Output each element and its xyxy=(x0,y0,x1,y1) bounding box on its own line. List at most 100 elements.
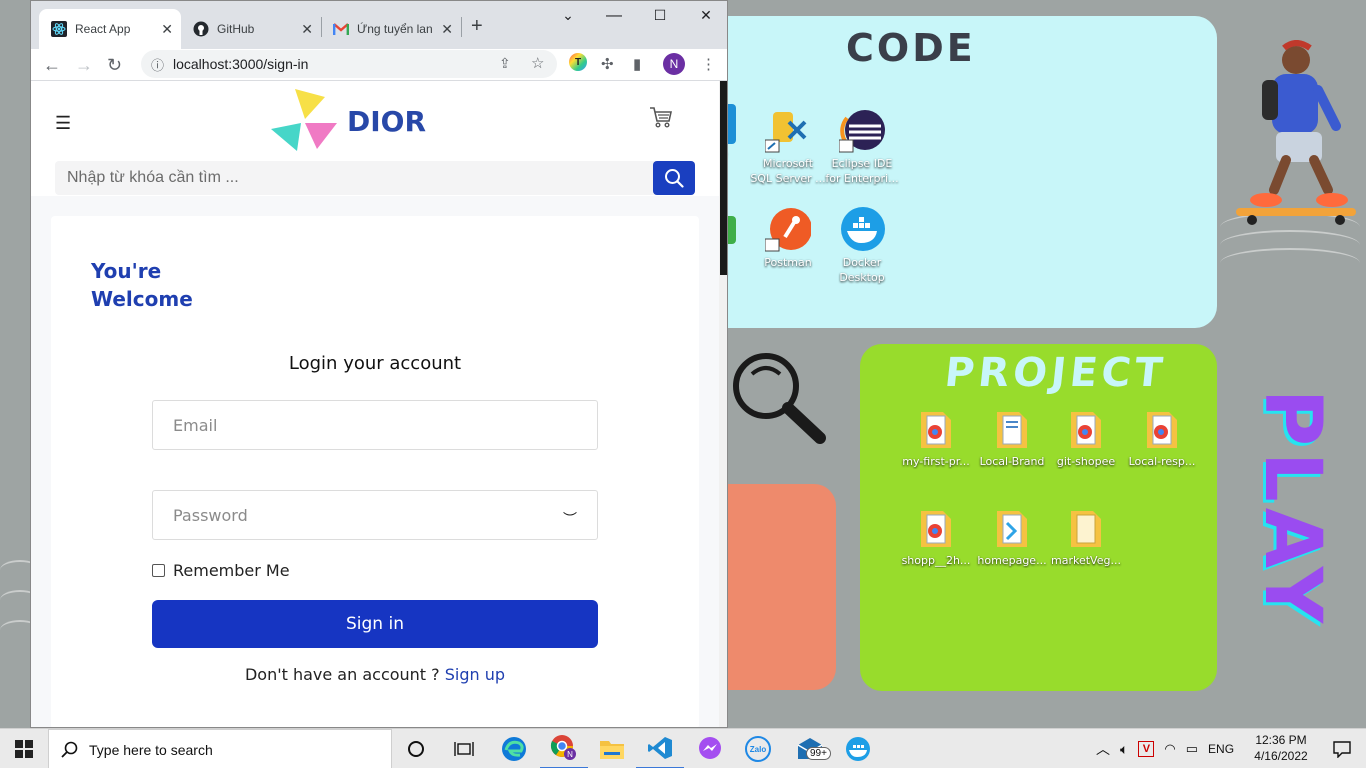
docker-app[interactable] xyxy=(834,729,882,768)
desktop-folder-icon[interactable]: git-shopee xyxy=(1048,406,1124,469)
hamburger-menu-icon[interactable]: ☰ xyxy=(55,113,71,134)
sign-up-link[interactable]: Sign up xyxy=(445,665,505,684)
volume-icon[interactable]: 🔈︎ xyxy=(1120,741,1128,758)
zalo-app[interactable]: Zalo xyxy=(734,729,782,768)
welcome-heading: You're Welcome xyxy=(91,259,193,311)
search-button[interactable] xyxy=(653,161,695,195)
search-icon xyxy=(61,741,78,758)
close-window-button[interactable]: ✕ xyxy=(691,7,721,27)
scrollbar-thumb[interactable] xyxy=(720,81,727,275)
cart-icon[interactable] xyxy=(649,105,673,129)
desktop-icon-sql-server[interactable]: Microsoft SQL Server ... xyxy=(750,108,826,186)
search-icon xyxy=(665,169,684,188)
zalo-icon: Zalo xyxy=(745,736,771,762)
clock[interactable]: 12:36 PM 4/16/2022 xyxy=(1244,732,1318,764)
mail-app[interactable]: 99+ xyxy=(786,729,834,768)
battery-icon[interactable]: ▭ xyxy=(1186,741,1198,757)
vscode-icon xyxy=(648,737,672,759)
notification-icon xyxy=(1333,741,1351,758)
tab-title: Ứng tuyển lan xyxy=(357,22,433,36)
close-tab-icon[interactable]: ✕ xyxy=(441,21,453,38)
desktop-folder-icon[interactable]: marketVeg... xyxy=(1048,505,1124,568)
svg-text:N: N xyxy=(567,750,573,759)
desktop-folder-icon[interactable]: Local-resp... xyxy=(1124,406,1200,469)
start-button[interactable] xyxy=(0,729,48,768)
messenger-app[interactable] xyxy=(686,729,734,768)
play-word: PLAY xyxy=(1247,388,1338,630)
taskbar-search-box[interactable]: Type here to search xyxy=(48,729,392,768)
signup-prompt: Don't have an account ? Sign up xyxy=(244,665,506,684)
desktop-folder-icon[interactable]: homepage... xyxy=(974,505,1050,568)
kebab-menu-icon[interactable]: ⋮ xyxy=(701,55,716,73)
tab-react-app[interactable]: React App ✕ xyxy=(39,9,181,49)
wifi-icon[interactable]: ◠ xyxy=(1164,741,1175,757)
close-tab-icon[interactable]: ✕ xyxy=(301,21,313,38)
taskbar: Type here to search N Zalo 99+ ︿ 🔈︎ V ◠ … xyxy=(0,728,1366,768)
desktop-folder-icon[interactable]: my-first-pr... xyxy=(898,406,974,469)
back-arrow-icon[interactable]: ← xyxy=(43,55,61,76)
task-view-icon xyxy=(454,742,474,756)
desktop-icon-docker[interactable]: Docker Desktop xyxy=(824,207,900,285)
chrome-app[interactable]: N xyxy=(540,729,588,768)
tab-gmail[interactable]: Ứng tuyển lan ✕ xyxy=(321,9,461,49)
extension-icon[interactable]: T xyxy=(569,53,587,71)
skater-illustration xyxy=(1236,40,1356,225)
remember-me-checkbox[interactable]: Remember Me xyxy=(152,561,290,580)
desktop-icon-eclipse[interactable]: Eclipse IDE for Enterpri... xyxy=(824,108,900,186)
windows-logo-icon xyxy=(15,740,33,758)
search-input[interactable]: Nhập từ khóa cần tìm ... xyxy=(55,161,695,195)
project-panel-title: PROJECT xyxy=(942,350,1169,396)
folder-icon xyxy=(600,741,624,759)
browser-toolbar: ← → ↻ ⓘ localhost:3000/sign-in ⇪ ☆ T ✣ ▮… xyxy=(31,49,727,81)
bookmark-star-icon[interactable]: ☆ xyxy=(531,54,544,72)
language-indicator[interactable]: ENG xyxy=(1208,742,1234,756)
sql-server-icon xyxy=(764,108,811,154)
tab-search-button[interactable]: ⌄ xyxy=(553,7,583,27)
gmail-icon xyxy=(333,21,349,37)
site-logo[interactable]: DIOR xyxy=(271,89,426,153)
messenger-icon xyxy=(699,737,721,759)
checkbox[interactable] xyxy=(152,564,165,577)
minimize-button[interactable]: — xyxy=(599,7,629,27)
edge-app[interactable] xyxy=(490,729,538,768)
tab-github[interactable]: GitHub ✕ xyxy=(181,9,321,49)
desktop-folder-icon[interactable]: Local-Brand xyxy=(974,406,1050,469)
desktop-icon-postman[interactable]: Postman xyxy=(750,207,826,270)
reload-icon[interactable]: ↻ xyxy=(107,55,122,76)
tab-bar: React App ✕ GitHub ✕ Ứng tuyển lan ✕ + ⌄… xyxy=(31,1,727,49)
mail-badge: 99+ xyxy=(806,747,831,760)
show-hidden-icons-icon[interactable]: ︿ xyxy=(1096,739,1110,759)
url-text: localhost:3000/sign-in xyxy=(173,56,309,72)
logo-triangles-icon xyxy=(271,89,337,151)
postman-icon xyxy=(764,207,812,253)
share-icon[interactable]: ⇪ xyxy=(499,55,511,72)
close-tab-icon[interactable]: ✕ xyxy=(161,21,173,38)
login-title: Login your account xyxy=(288,353,462,374)
page-scrollbar[interactable] xyxy=(719,81,727,727)
site-info-icon[interactable]: ⓘ xyxy=(151,55,164,74)
vietkey-icon[interactable]: V xyxy=(1138,741,1155,757)
cortana-button[interactable] xyxy=(392,729,440,768)
sign-in-button[interactable]: Sign in xyxy=(152,600,598,648)
task-view-button[interactable] xyxy=(440,729,488,768)
file-explorer-app[interactable] xyxy=(588,729,636,768)
maximize-button[interactable]: ☐ xyxy=(645,7,675,27)
site-header: ☰ DIOR Nhập từ khóa cần tìm ... xyxy=(31,81,727,196)
new-tab-button[interactable]: + xyxy=(471,15,483,38)
side-panel-icon[interactable]: ▮ xyxy=(633,55,641,73)
react-icon xyxy=(51,21,67,37)
puzzle-extensions-icon[interactable]: ✣ xyxy=(601,55,614,73)
address-bar[interactable]: ⓘ localhost:3000/sign-in ⇪ ☆ xyxy=(141,50,557,78)
notifications-button[interactable] xyxy=(1318,729,1366,768)
desktop-folder-icon[interactable]: shopp__2h... xyxy=(898,505,974,568)
profile-avatar[interactable]: N xyxy=(663,53,685,75)
docker-icon xyxy=(839,207,885,253)
vscode-app[interactable] xyxy=(636,729,684,768)
wave-decoration xyxy=(1220,248,1360,278)
forward-arrow-icon[interactable]: → xyxy=(75,55,93,76)
email-field[interactable]: Email xyxy=(152,400,598,450)
password-field[interactable]: Password ︶ xyxy=(152,490,598,540)
toggle-password-eye-icon[interactable]: ︶ xyxy=(563,509,577,529)
tab-separator xyxy=(461,17,462,37)
edge-icon xyxy=(502,737,526,761)
